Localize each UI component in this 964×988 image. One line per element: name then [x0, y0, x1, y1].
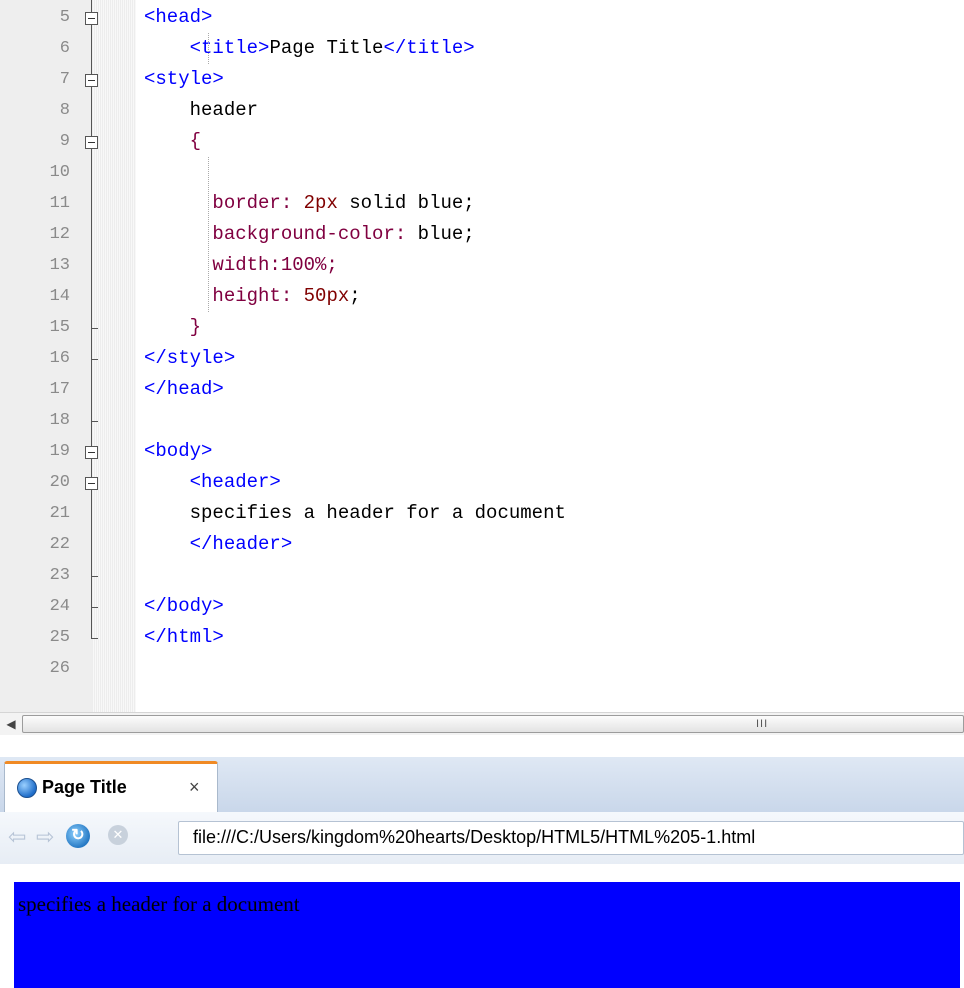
code-line: 11 border: 2px solid blue;	[0, 188, 964, 219]
code-text: <style>	[144, 68, 224, 90]
line-number: 21	[49, 504, 70, 523]
line-number: 6	[59, 39, 70, 58]
tab-label: Page Title	[42, 777, 127, 797]
forward-arrow-icon[interactable]: ⇨	[36, 824, 54, 850]
code-line: 20 <header>	[0, 467, 964, 498]
reload-icon[interactable]: ↻	[66, 824, 90, 848]
code-text: </header>	[144, 533, 293, 555]
scroll-thumb[interactable]: III	[22, 715, 964, 733]
code-line: 19 <body>	[0, 436, 964, 467]
code-line: 12 background-color: blue;	[0, 219, 964, 250]
panel-separator	[0, 735, 964, 757]
rendered-header-element: specifies a header for a document	[14, 882, 960, 988]
fold-toggle-icon[interactable]	[85, 74, 98, 87]
code-line: 9 {	[0, 126, 964, 157]
browser-toolbar: ⇦ ⇨ ↻ ✕ file:///C:/Users/kingdom%20heart…	[0, 812, 964, 865]
code-line: 22 </header>	[0, 529, 964, 560]
line-number: 5	[59, 8, 70, 27]
code-line: 24 </body>	[0, 591, 964, 622]
line-number: 26	[49, 659, 70, 678]
code-line: 21 specifies a header for a document	[0, 498, 964, 529]
line-number: 12	[49, 225, 70, 244]
line-number: 18	[49, 411, 70, 430]
code-text: {	[144, 130, 202, 152]
tab-page-title[interactable]: Page Title ×	[4, 761, 218, 815]
code-line: 18	[0, 405, 964, 436]
stop-icon[interactable]: ✕	[108, 825, 128, 845]
fold-toggle-icon[interactable]	[85, 446, 98, 459]
code-text: </body>	[144, 595, 224, 617]
line-number: 19	[49, 442, 70, 461]
line-number: 25	[49, 628, 70, 647]
code-text: width:100%;	[144, 254, 338, 276]
code-text: specifies a header for a document	[144, 502, 566, 524]
code-line: 26	[0, 653, 964, 684]
line-number: 13	[49, 256, 70, 275]
line-number: 22	[49, 535, 70, 554]
code-text: background-color: blue;	[144, 223, 475, 245]
address-bar[interactable]: file:///C:/Users/kingdom%20hearts/Deskto…	[178, 821, 964, 855]
code-editor[interactable]: 5 <head> 6 <title>Page Title</title> 7 <styl…	[0, 0, 964, 712]
fold-toggle-icon[interactable]	[85, 12, 98, 25]
code-line: 5 <head>	[0, 2, 964, 33]
line-number: 23	[49, 566, 70, 585]
code-line: 13 width:100%;	[0, 250, 964, 281]
code-line: 10	[0, 157, 964, 188]
code-line: 23	[0, 560, 964, 591]
code-text: header	[144, 99, 259, 121]
line-number: 11	[49, 194, 70, 213]
scroll-grip: III	[756, 718, 769, 730]
code-text: </html>	[144, 626, 224, 648]
code-text: border: 2px solid blue;	[144, 192, 475, 214]
code-line: 6 <title>Page Title</title>	[0, 33, 964, 64]
code-text: </head>	[144, 378, 224, 400]
scroll-left-arrow-icon[interactable]: ◀	[2, 715, 20, 733]
line-number: 7	[59, 70, 70, 89]
fold-toggle-icon[interactable]	[85, 477, 98, 490]
code-line: 16 </style>	[0, 343, 964, 374]
code-text: </style>	[144, 347, 236, 369]
code-line: 25 </html>	[0, 622, 964, 653]
code-text: <body>	[144, 440, 213, 462]
code-text: <title>Page Title</title>	[189, 37, 475, 59]
line-number: 15	[49, 318, 70, 337]
line-number: 14	[49, 287, 70, 306]
line-number: 9	[59, 132, 70, 151]
browser-globe-icon	[17, 778, 37, 798]
browser-tab-bar: Page Title ×	[0, 757, 964, 815]
browser-viewport: specifies a header for a document	[0, 864, 964, 988]
close-tab-icon[interactable]: ×	[189, 778, 200, 796]
line-number: 16	[49, 349, 70, 368]
line-number: 10	[49, 163, 70, 182]
line-number: 8	[59, 101, 70, 120]
code-line: 7 <style>	[0, 64, 964, 95]
code-text: <head>	[144, 6, 213, 28]
rendered-header-text: specifies a header for a document	[18, 892, 300, 916]
code-text: }	[144, 316, 202, 338]
code-line: 8 header	[0, 95, 964, 126]
horizontal-scrollbar[interactable]: ◀ III	[0, 712, 964, 736]
line-number: 24	[49, 597, 70, 616]
line-number: 17	[49, 380, 70, 399]
line-number: 20	[49, 473, 70, 492]
code-text: height: 50px;	[144, 285, 361, 307]
url-text: file:///C:/Users/kingdom%20hearts/Deskto…	[193, 827, 756, 847]
back-arrow-icon[interactable]: ⇦	[8, 824, 26, 850]
code-text: <header>	[144, 471, 281, 493]
code-line: 14 height: 50px;	[0, 281, 964, 312]
code-line: 17 </head>	[0, 374, 964, 405]
fold-toggle-icon[interactable]	[85, 136, 98, 149]
code-line: 15 }	[0, 312, 964, 343]
